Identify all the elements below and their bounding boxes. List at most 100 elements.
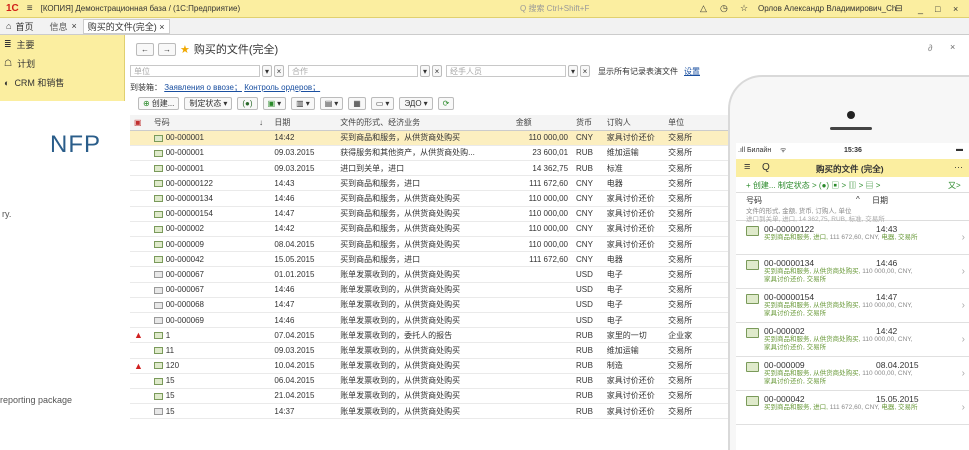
- partner-filter-clear[interactable]: ×: [432, 65, 442, 77]
- column-date[interactable]: 日期: [270, 115, 337, 131]
- table-row[interactable]: 00-000001 14:42 买到商品和服务，从供货商处购买 110 000,00 C…: [130, 130, 730, 146]
- cell-counterparty: 电子: [602, 282, 665, 298]
- cell-number: 15: [149, 388, 271, 405]
- mark-column[interactable]: ▣: [130, 115, 150, 131]
- cell-number: 11: [149, 342, 271, 359]
- show-all-label[interactable]: 显示所有记录表演文件: [598, 66, 678, 77]
- mobile-list-item[interactable]: 00-00000154 14:47 买到商品和服务, 从供货商处购买, 110 00…: [736, 289, 969, 323]
- mobile-menu-icon[interactable]: ≡: [744, 161, 750, 173]
- mobile-toolbar-actions[interactable]: + 创建... 制定状态 > (●) ▣ > ▥ > ▤ >: [746, 180, 880, 191]
- table-row[interactable]: 00-000067 14:46 账单发票收到的，从供货商处购买 USD 电子 交易所: [130, 282, 730, 298]
- attach-button[interactable]: ▥ ▾: [291, 97, 315, 110]
- form-close-button[interactable]: ×: [950, 42, 955, 52]
- table-row[interactable]: 00-000002 14:42 买到商品和服务，从供货商处购买 110 000,00 C…: [130, 221, 730, 238]
- edo-button[interactable]: (●): [237, 97, 258, 110]
- cell-number: 00-000069: [149, 312, 271, 329]
- mobile-list-item[interactable]: 00-000009 08.04.2015 买到商品和服务, 从供货商处购买, 110…: [736, 357, 969, 391]
- maximize-button[interactable]: □: [935, 4, 940, 14]
- mobile-toolbar-more[interactable]: 又>: [948, 180, 961, 191]
- manager-filter[interactable]: 经手人员: [446, 65, 566, 77]
- org-filter[interactable]: 单位: [130, 65, 260, 77]
- table-row[interactable]: 00-000001 09.03.2015 获得服务和其他资产，从供货商处购... 23…: [130, 145, 730, 162]
- column-sum[interactable]: 金额: [511, 115, 573, 131]
- report-button[interactable]: ▦: [348, 97, 366, 110]
- table-row[interactable]: 00-000009 08.04.2015 买到商品和服务，从供货商处购买 110 00…: [130, 236, 730, 253]
- section-crm[interactable]: ◐ CRM 和销售: [0, 73, 124, 92]
- mobile-list-item[interactable]: 00-00000122 14:43 买到商品和服务, 进口, 111 672,60,…: [736, 221, 969, 255]
- history-icon[interactable]: ◷: [720, 3, 728, 14]
- cell-number: 00-000001: [149, 130, 271, 146]
- table-row[interactable]: ▲ 120 10.04.2015 账单发票收到的，从供货商处购买 RUB 制造 交易所: [130, 358, 730, 374]
- tab-home[interactable]: 首页: [15, 20, 33, 33]
- mobile-list-item[interactable]: 00-000002 14:42 买到商品和服务, 从供货商处购买, 110 000,…: [736, 323, 969, 357]
- status-bar: .ıll Билайн ᯤ 15:36 ▬: [736, 143, 969, 159]
- favorites-icon[interactable]: ☆: [740, 3, 748, 14]
- back-button[interactable]: ←: [136, 42, 154, 56]
- cell-counterparty: 标准: [602, 160, 665, 177]
- item-description: 买到商品和服务, 从供货商处购买, 110 000,00, CNY,: [764, 268, 913, 275]
- print-button[interactable]: ▤ ▾: [319, 97, 344, 110]
- column-number[interactable]: 号码: [149, 115, 256, 131]
- partner-filter-dropdown[interactable]: ▾: [420, 65, 430, 77]
- table-row[interactable]: 15 06.04.2015 账单发票收到的，从供货商处购买 RUB 家具讨价还价 交易所: [130, 373, 730, 389]
- documents-button[interactable]: ▭ ▾: [370, 97, 395, 110]
- orders-link[interactable]: Контроль ордеров；: [244, 83, 320, 92]
- table-row[interactable]: 00-000001 09.03.2015 进口到关单，进口 14 362,75 RUB 标…: [130, 160, 730, 177]
- document-icon: [153, 286, 163, 294]
- table-row[interactable]: 00-000069 14:46 账单发票收到的，从供货商处购买 USD 电子 交易所: [130, 312, 730, 329]
- table-row[interactable]: 11 09.03.2015 账单发票收到的，从供货商处购买 RUB 维加运输 交易所: [130, 342, 730, 359]
- cell-number: 00-000009: [149, 236, 271, 253]
- mobile-sort-icon[interactable]: ^: [856, 195, 860, 204]
- refresh-button[interactable]: ⟳: [437, 97, 455, 110]
- global-search-input[interactable]: Q 搜索 Ctrl+Shift+F: [520, 3, 665, 14]
- mobile-more-icon[interactable]: ···: [954, 162, 963, 172]
- sort-icon[interactable]: ↓: [255, 115, 271, 131]
- related-docs-button[interactable]: ▣ ▾: [262, 97, 287, 110]
- org-filter-dropdown[interactable]: ▾: [262, 65, 272, 77]
- bell-icon[interactable]: △: [700, 3, 707, 14]
- close-button[interactable]: ×: [953, 4, 958, 14]
- mobile-list-item[interactable]: 00-00000134 14:46 买到商品和服务, 从供货商处购买, 110 00…: [736, 255, 969, 289]
- create-button[interactable]: ⊕ 创建...: [138, 97, 180, 110]
- cell-type: 账单发票收到的，从供货商处购买: [336, 297, 512, 313]
- cell-number: 00-000042: [149, 251, 271, 268]
- table-row[interactable]: 15 21.04.2015 账单发票收到的，从供货商处购买 RUB 家具讨价还价 交易所: [130, 388, 730, 405]
- section-planning[interactable]: ☖ 计划: [0, 54, 124, 73]
- main-menu-icon[interactable]: ≡: [27, 3, 33, 14]
- table-row[interactable]: 00-00000134 14:46 买到商品和服务，从供货商处购买 110 000,0…: [130, 190, 730, 207]
- section-main[interactable]: ≣ 主要: [0, 35, 124, 54]
- status-button[interactable]: 制定状态 ▾: [184, 97, 233, 110]
- forward-button[interactable]: →: [158, 42, 176, 56]
- partner-filter[interactable]: 合作: [288, 65, 418, 77]
- cell-type: 账单发票收到的，从供货商处购买: [336, 403, 512, 420]
- link-icon[interactable]: ∂: [928, 43, 932, 53]
- minimize-button[interactable]: _: [918, 4, 923, 14]
- table-row[interactable]: 00-00000122 14:43 买到商品和服务，进口 111 672,60 CNY 电…: [130, 175, 730, 192]
- table-row[interactable]: 15 14:37 账单发票收到的，从供货商处购买 RUB 家具讨价还价 交易所: [130, 403, 730, 420]
- settings-menu-icon[interactable]: ⊟: [895, 3, 903, 14]
- tab-purchase-docs[interactable]: 购买的文件(完全) ×: [82, 18, 170, 34]
- home-icon[interactable]: ⌂: [6, 21, 11, 31]
- column-counterparty[interactable]: 订购人: [602, 115, 665, 131]
- mobile-col-date[interactable]: 日期: [872, 195, 888, 206]
- table-row[interactable]: 00-000068 14:47 账单发票收到的，从供货商处购买 USD 电子 交易所: [130, 297, 730, 313]
- tab-info[interactable]: 信息: [49, 20, 67, 33]
- column-currency[interactable]: 货币: [572, 115, 603, 131]
- org-filter-clear[interactable]: ×: [274, 65, 284, 77]
- settings-link[interactable]: 设置: [684, 66, 700, 77]
- table-row[interactable]: 00-000042 15.05.2015 买到商品和服务，进口 111 672,60 C…: [130, 251, 730, 268]
- manager-filter-dropdown[interactable]: ▾: [568, 65, 578, 77]
- edo2-button[interactable]: ЭДО ▾: [399, 97, 433, 110]
- user-name[interactable]: Орлов Александр Владимирович_Ch: [758, 4, 896, 13]
- column-organization[interactable]: 单位: [664, 115, 730, 131]
- tab-close-icon[interactable]: ×: [71, 21, 76, 31]
- column-type[interactable]: 文件的形式、经济业务: [336, 115, 512, 131]
- favorite-star-icon[interactable]: ★: [180, 43, 190, 56]
- table-row[interactable]: 00-000067 01.01.2015 账单发票收到的，从供货商处购买 USD 电子交…: [130, 266, 730, 283]
- table-row[interactable]: 00-00000154 14:47 买到商品和服务，从供货商处购买 110 000,0…: [130, 206, 730, 222]
- mobile-search-icon[interactable]: Q: [762, 162, 770, 173]
- manager-filter-clear[interactable]: ×: [580, 65, 590, 77]
- mobile-list-item[interactable]: 00-000042 15.05.2015 买到商品和服务, 进口, 111 672,…: [736, 391, 969, 425]
- import-link[interactable]: Заявления о ввозе；: [164, 83, 242, 92]
- table-row[interactable]: ▲ 1 07.04.2015 账单发票收到的，委托人的报告 RUB 家里的一切 企业家: [130, 327, 730, 344]
